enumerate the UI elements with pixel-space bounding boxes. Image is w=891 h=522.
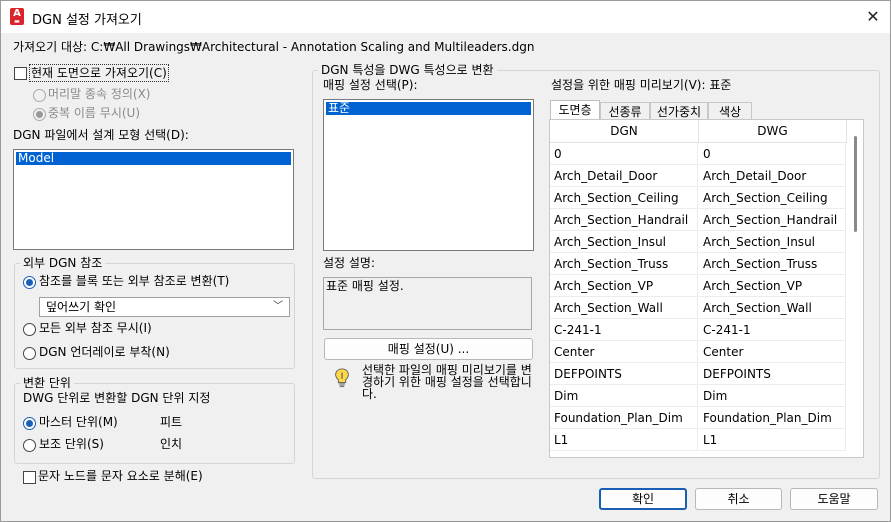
grid-cell-dgn[interactable]: Arch_Detail_Door <box>550 165 698 187</box>
grid-cell-dgn[interactable]: Arch_Section_Handrail <box>550 209 698 231</box>
attach-underlay-radio[interactable] <box>23 347 36 360</box>
grid-cell-dgn[interactable]: 0 <box>550 143 698 165</box>
tab-lineweights[interactable]: 선가중치 <box>650 102 708 120</box>
master-units-label: 마스터 단위(M) <box>39 415 118 429</box>
grid-cell-dgn[interactable]: Dim <box>550 385 698 407</box>
overwrite-option-value: 덮어쓰기 확인 <box>46 300 117 314</box>
mapping-hint: 선택한 파일의 매핑 미리보기를 변경하기 위한 매핑 설정을 선택합니다. <box>362 363 532 401</box>
column-header-dwg[interactable]: DWG <box>699 120 847 143</box>
convert-to-block-label: 참조를 블록 또는 외부 참조로 변환(T) <box>39 274 230 288</box>
explode-text-label: 문자 노드를 문자 요소로 분해(E) <box>38 469 203 483</box>
setting-desc-box: 표준 매핑 설정. <box>323 277 532 330</box>
dialog-window: A ▬ DGN 설정 가져오기 ✕ 가져오기 대상: C:₩All Drawing… <box>0 0 891 522</box>
lightbulb-icon <box>335 368 349 388</box>
import-current-layout-checkbox[interactable] <box>14 67 27 80</box>
setting-desc-text: 표준 매핑 설정. <box>326 279 404 293</box>
grid-cell-dwg[interactable]: Dim <box>699 385 846 407</box>
grid-cell-dgn[interactable]: L1 <box>550 429 698 451</box>
help-button[interactable]: 도움말 <box>790 488 878 510</box>
sub-units-label: 보조 단위(S) <box>39 437 104 451</box>
mapping-select-label: 매핑 설정 선택(P): <box>323 78 418 92</box>
master-units-value: 피트 <box>160 415 183 429</box>
tab-linetypes[interactable]: 선종류 <box>600 102 650 120</box>
master-units-radio[interactable] <box>23 417 36 430</box>
grid-scrollbar-thumb[interactable] <box>854 136 857 232</box>
import-current-layout-label: 현재 도면으로 가져오기(C) <box>29 64 169 82</box>
column-header-dgn[interactable]: DGN <box>550 120 699 143</box>
grid-cell-dgn[interactable]: Arch_Section_Insul <box>550 231 698 253</box>
ignore-all-xref-label: 모든 외부 참조 무시(I) <box>39 321 152 335</box>
ok-button[interactable]: 확인 <box>599 488 687 510</box>
grid-cell-dwg[interactable]: Center <box>699 341 846 363</box>
overwrite-option-dropdown[interactable]: 덮어쓰기 확인 ﹀ <box>39 297 290 317</box>
grid-cell-dwg[interactable]: Arch_Section_Truss <box>699 253 846 275</box>
grid-cell-dgn[interactable]: Center <box>550 341 698 363</box>
grid-cell-dwg[interactable]: Foundation_Plan_Dim <box>699 407 846 429</box>
chevron-down-icon: ﹀ <box>273 301 283 312</box>
grid-cell-dwg[interactable]: Arch_Section_Handrail <box>699 209 846 231</box>
sub-units-radio[interactable] <box>23 439 36 452</box>
units-group-title: 변환 단위 <box>20 376 74 390</box>
grid-cell-dwg[interactable]: Arch_Section_Ceiling <box>699 187 846 209</box>
prefix-dependent-label: 머리말 종속 정의(X) <box>48 87 151 101</box>
units-desc: DWG 단위로 변환할 DGN 단위 지정 <box>23 391 211 405</box>
design-model-item[interactable]: Model <box>16 152 291 165</box>
explode-text-checkbox[interactable] <box>23 471 36 484</box>
mapping-setup-button[interactable]: 매핑 설정(U) ... <box>324 338 533 360</box>
mapping-list[interactable]: 표준 <box>323 99 534 251</box>
design-model-list[interactable]: Model <box>13 149 294 250</box>
grid-cell-dwg[interactable]: Arch_Section_Wall <box>699 297 846 319</box>
grid-cell-dwg[interactable]: 0 <box>699 143 846 165</box>
title-bar: A ▬ DGN 설정 가져오기 ✕ <box>1 1 890 33</box>
grid-cell-dgn[interactable]: Foundation_Plan_Dim <box>550 407 698 429</box>
preview-tabs: 도면층 선종류 선가중치 색상 <box>550 100 850 121</box>
ignore-duplicate-radio[interactable] <box>33 108 46 121</box>
attach-underlay-label: DGN 언더레이로 부착(N) <box>39 345 170 359</box>
grid-cell-dwg[interactable]: Arch_Detail_Door <box>699 165 846 187</box>
ignore-duplicate-label: 중복 이름 무시(U) <box>48 106 141 120</box>
import-target-path: 가져오기 대상: C:₩All Drawings₩Architectural -… <box>13 40 535 54</box>
window-title: DGN 설정 가져오기 <box>32 13 142 28</box>
mapping-item[interactable]: 표준 <box>326 102 531 115</box>
tab-colors[interactable]: 색상 <box>708 102 752 120</box>
grid-cell-dgn[interactable]: Arch_Section_VP <box>550 275 698 297</box>
grid-cell-dgn[interactable]: C-241-1 <box>550 319 698 341</box>
grid-cell-dwg[interactable]: L1 <box>699 429 846 451</box>
close-icon[interactable]: ✕ <box>859 5 887 29</box>
grid-cell-dwg[interactable]: DEFPOINTS <box>699 363 846 385</box>
prefix-dependent-radio[interactable] <box>33 89 46 102</box>
design-model-label: DGN 파일에서 설계 모형 선택(D): <box>13 128 189 142</box>
grid-cell-dgn[interactable]: Arch_Section_Truss <box>550 253 698 275</box>
cancel-button[interactable]: 취소 <box>695 488 782 510</box>
setting-desc-label: 설정 설명: <box>323 256 376 270</box>
grid-cell-dgn[interactable]: Arch_Section_Wall <box>550 297 698 319</box>
grid-cell-dwg[interactable]: Arch_Section_VP <box>699 275 846 297</box>
ignore-all-xref-radio[interactable] <box>23 323 36 336</box>
tab-layers[interactable]: 도면층 <box>550 100 600 121</box>
convert-to-block-radio[interactable] <box>23 276 36 289</box>
mapping-preview-grid[interactable]: DGN DWG 0 0 Arch_Detail_Door Arch_Detail_Do… <box>549 119 864 458</box>
grid-cell-dwg[interactable]: Arch_Section_Insul <box>699 231 846 253</box>
grid-cell-dgn[interactable]: DEFPOINTS <box>550 363 698 385</box>
autocad-app-icon: A ▬ <box>10 8 24 25</box>
sub-units-value: 인치 <box>160 437 183 451</box>
property-conversion-title: DGN 특성을 DWG 특성으로 변환 <box>318 63 497 77</box>
grid-cell-dwg[interactable]: C-241-1 <box>699 319 846 341</box>
xref-group-title: 외부 DGN 참조 <box>20 256 106 270</box>
preview-label: 설정을 위한 매핑 미리보기(V): 표준 <box>551 78 732 92</box>
grid-cell-dgn[interactable]: Arch_Section_Ceiling <box>550 187 698 209</box>
